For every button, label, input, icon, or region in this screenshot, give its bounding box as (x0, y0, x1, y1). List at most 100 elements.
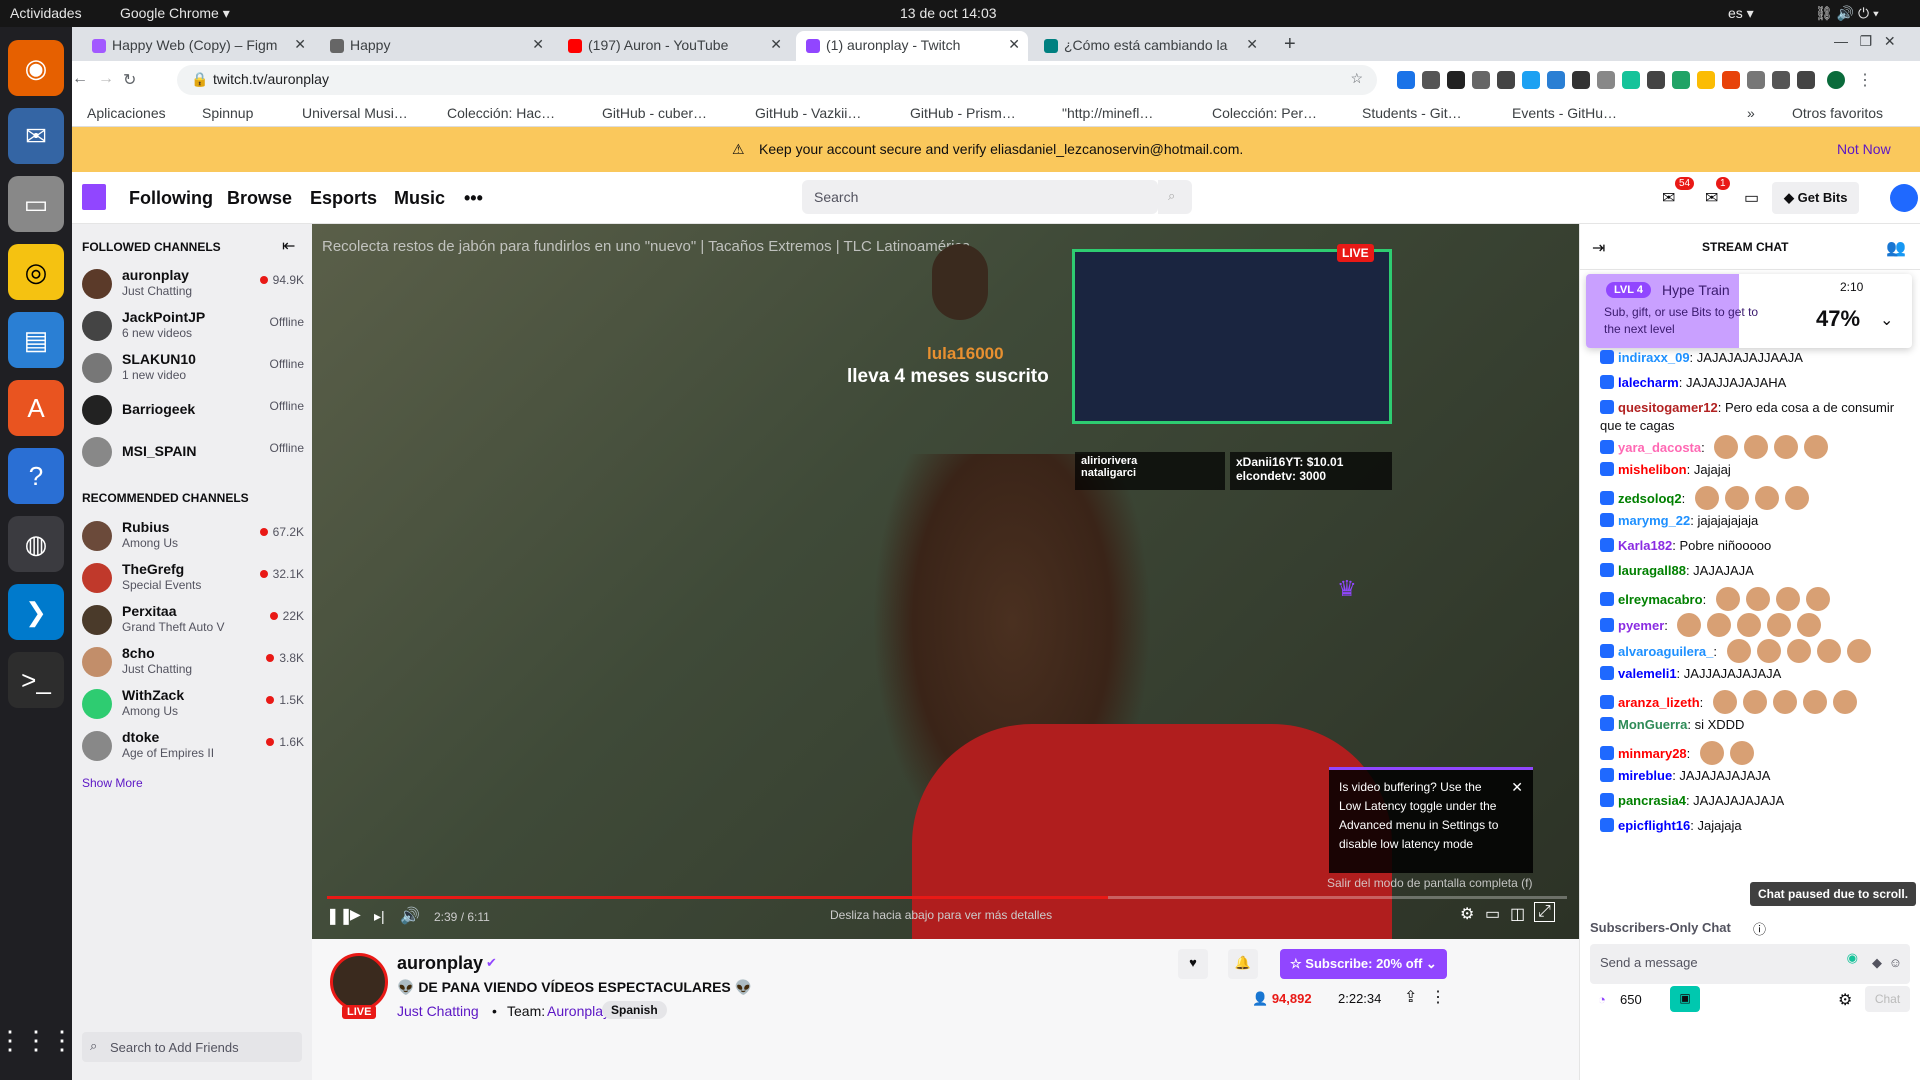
rewind-icon[interactable]: ▶ (350, 906, 361, 923)
extension-icon[interactable] (1722, 71, 1740, 89)
extension-icon[interactable] (1572, 71, 1590, 89)
bookmarks-overflow[interactable]: » (1747, 105, 1755, 121)
extension-icon[interactable] (1597, 71, 1615, 89)
skip-icon[interactable]: ▸| (374, 908, 385, 925)
recommended-channel[interactable]: dtoke Age of Empires II 1.6K (82, 729, 304, 763)
more-icon[interactable]: ••• (464, 188, 483, 209)
chat-username[interactable]: epicflight16 (1618, 818, 1690, 833)
bookmark-other[interactable]: Otros favoritos (1792, 105, 1883, 121)
emote-icon[interactable] (1784, 486, 1809, 510)
emote-icon[interactable] (1805, 587, 1830, 611)
emote-icon[interactable] (1724, 486, 1749, 510)
clock[interactable]: 13 de oct 14:03 (900, 5, 997, 21)
search-input[interactable]: Search (802, 180, 1158, 214)
bookmark[interactable]: GitHub - cuber… (602, 105, 707, 121)
chat-message[interactable]: valemeli1: JAJJAJAJAJAJA (1600, 665, 1910, 683)
emote-icon[interactable] (1772, 690, 1797, 714)
chat-username[interactable]: MonGuerra (1618, 717, 1687, 732)
chat-message[interactable]: Karla182: Pobre niñooooo (1600, 537, 1910, 555)
files-icon[interactable]: ▭ (8, 176, 64, 232)
tab-1[interactable]: Happy ✕ (320, 31, 552, 61)
extension-icon[interactable] (1747, 71, 1765, 89)
more-icon[interactable]: ⋮ (1430, 987, 1446, 1007)
extension-icon[interactable] (1472, 71, 1490, 89)
video-player[interactable]: Recolecta restos de jabón para fundirlos… (312, 224, 1579, 939)
bookmark[interactable]: Events - GitHu… (1512, 105, 1617, 121)
user-avatar[interactable] (1890, 184, 1918, 212)
reward-icon[interactable]: ▣ (1670, 986, 1700, 1012)
window-controls[interactable]: — ❐ ✕ (1834, 33, 1896, 50)
subscribe-button[interactable]: ☆ Subscribe: 20% off ⌄ (1280, 949, 1447, 979)
show-apps-icon[interactable]: ⋮⋮⋮ (0, 1012, 75, 1068)
nav-music[interactable]: Music (394, 188, 445, 209)
emote-icon[interactable] (1729, 741, 1754, 765)
followed-channel[interactable]: Barriogeek Offline (82, 393, 304, 427)
emote-icon[interactable] (1832, 690, 1857, 714)
close-icon[interactable]: ✕ (770, 36, 782, 53)
chat-message[interactable]: zedsoloq2: (1600, 486, 1910, 510)
not-now-button[interactable]: Not Now (1837, 141, 1891, 157)
emote-icon[interactable] (1712, 690, 1737, 714)
rhythmbox-icon[interactable]: ◎ (8, 244, 64, 300)
bits-icon[interactable]: ◆ (1872, 955, 1882, 971)
bookmark[interactable]: GitHub - Vazkii… (755, 105, 861, 121)
twitch-logo-icon[interactable] (82, 184, 106, 210)
chevron-down-icon[interactable]: ⌄ (1880, 310, 1893, 330)
chat-username[interactable]: pancrasia4 (1618, 793, 1686, 808)
chat-message[interactable]: marymg_22: jajajajajaja (1600, 512, 1910, 530)
theatre-mode-icon[interactable]: ◫ (1510, 904, 1525, 924)
volume-icon[interactable]: 🔊 (400, 906, 420, 926)
chat-message[interactable]: lalecharm: JAJAJJAJAJAHA (1600, 374, 1910, 392)
writer-icon[interactable]: ▤ (8, 312, 64, 368)
emote-icon[interactable] (1742, 690, 1767, 714)
chat-username[interactable]: zedsoloq2 (1618, 491, 1682, 506)
chat-message[interactable]: epicflight16: Jajajaja (1600, 817, 1910, 835)
bookmark[interactable]: Colección: Per… (1212, 105, 1317, 121)
emote-icon[interactable] (1797, 613, 1822, 637)
bookmark-apps[interactable]: Aplicaciones (87, 105, 166, 121)
emote-icon[interactable] (1754, 486, 1779, 510)
stream-channel-name[interactable]: auronplay (397, 953, 483, 974)
followed-channel[interactable]: MSI_SPAIN Offline (82, 435, 304, 469)
extension-icon[interactable] (1422, 71, 1440, 89)
chat-username[interactable]: pyemer (1618, 618, 1664, 633)
recommended-channel[interactable]: 8cho Just Chatting 3.8K (82, 645, 304, 679)
share-icon[interactable]: ⇪ (1404, 987, 1417, 1007)
search-icon[interactable]: ⌕ (1158, 180, 1192, 214)
chat-message[interactable]: pyemer: (1600, 613, 1910, 637)
bell-icon[interactable]: 🔔 (1228, 949, 1258, 979)
chat-message[interactable]: yara_dacosta: (1600, 435, 1910, 459)
chrome-icon[interactable]: ◍ (8, 516, 64, 572)
extension-icon[interactable] (1622, 71, 1640, 89)
emote-icon[interactable] (1744, 435, 1769, 459)
nav-following[interactable]: Following (129, 188, 213, 209)
language-tag[interactable]: Spanish (602, 1001, 667, 1019)
activities-button[interactable]: Actividades (10, 5, 82, 21)
back-icon[interactable]: ← (72, 70, 88, 88)
kebab-menu-icon[interactable]: ⋮ (1857, 70, 1873, 90)
get-bits-button[interactable]: ◆ Get Bits (1772, 182, 1860, 214)
chat-message[interactable]: minmary28: (1600, 741, 1910, 765)
chat-message[interactable]: mireblue: JAJAJAJAJAJA (1600, 767, 1910, 785)
emote-icon[interactable] (1756, 639, 1781, 663)
system-tray-icons[interactable]: ⛓ 🔊 ⏻ ▾ (1815, 5, 1879, 22)
emote-icon[interactable] (1816, 639, 1841, 663)
emote-icon[interactable]: ☺ (1889, 955, 1902, 970)
tab-4[interactable]: ¿Cómo está cambiando la ✕ (1034, 31, 1266, 61)
nav-esports[interactable]: Esports (310, 188, 377, 209)
bookmark[interactable]: Students - Git… (1362, 105, 1462, 121)
media-icon[interactable] (1797, 71, 1815, 89)
extension-icon[interactable] (1447, 71, 1465, 89)
extension-icon[interactable] (1647, 71, 1665, 89)
vscode-icon[interactable]: ❯ (8, 584, 64, 640)
software-center-icon[interactable]: A (8, 380, 64, 436)
emote-icon[interactable] (1804, 435, 1829, 459)
emote-icon[interactable] (1774, 435, 1799, 459)
bookmark[interactable]: Universal Musi… (302, 105, 408, 121)
extension-icon[interactable] (1547, 71, 1565, 89)
app-menu[interactable]: Google Chrome ▾ (120, 5, 230, 22)
chat-message[interactable]: lauragall88: JAJAJAJA (1600, 562, 1910, 580)
info-icon[interactable]: ⓘ (1753, 919, 1766, 938)
chat-message[interactable]: MonGuerra: si XDDD (1600, 716, 1910, 734)
bookmark[interactable]: GitHub - Prism… (910, 105, 1016, 121)
